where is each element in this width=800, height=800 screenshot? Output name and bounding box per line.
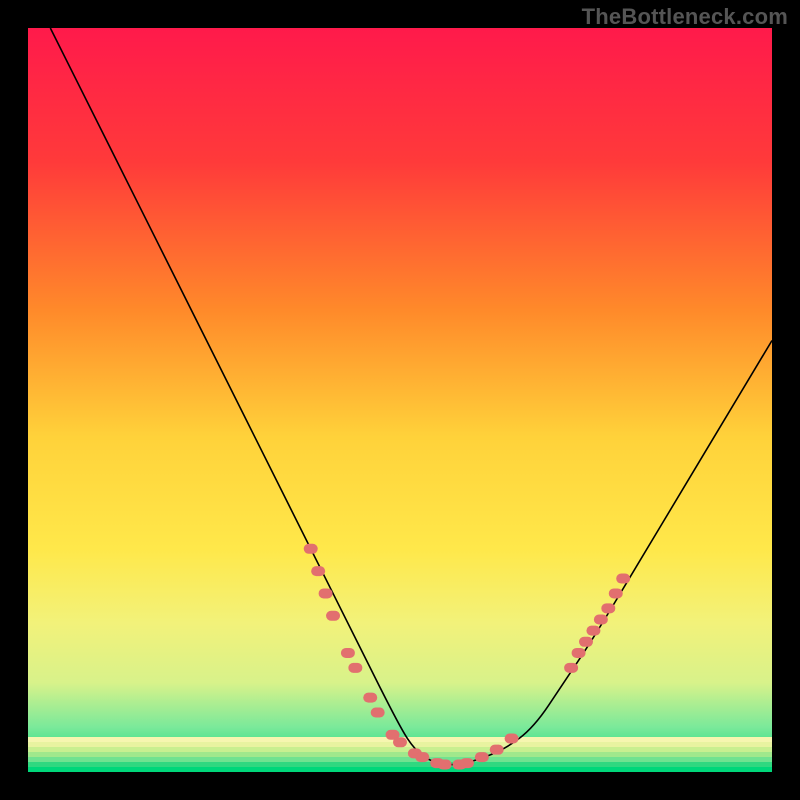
chart-svg — [28, 28, 772, 772]
watermark-text: TheBottleneck.com — [582, 4, 788, 30]
chart-plot-area — [28, 28, 772, 772]
chart-background — [28, 28, 772, 772]
